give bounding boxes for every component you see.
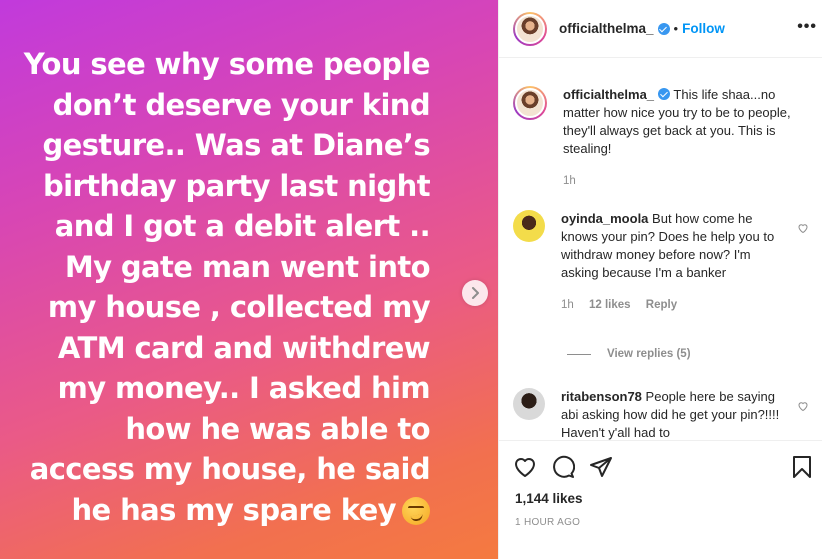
like-count[interactable]: 1,144 likes [515,491,583,506]
next-slide-button[interactable] [462,280,488,306]
verified-badge-icon [657,22,670,35]
reply-button[interactable]: Reply [646,299,677,311]
commenter-avatar[interactable] [513,210,545,242]
caption-avatar[interactable] [513,86,547,120]
post-side-panel: officialthelma_ • Follow ••• officialthe… [498,0,822,559]
more-options-button[interactable]: ••• [797,18,817,36]
post-image: You see why some people don’t deserve yo… [0,0,498,559]
comment-item: ritabenson78 People here be saying abi a… [513,388,813,440]
caption-username[interactable]: officialthelma_ [563,87,654,102]
comment-body: oyinda_moola But how come he knows your … [561,210,791,314]
follow-button[interactable]: Follow [682,21,725,36]
share-paper-plane-icon[interactable] [589,455,613,479]
chevron-right-icon [472,287,479,299]
like-comment-heart-icon[interactable] [797,400,809,412]
post-image-text: You see why some people don’t deserve yo… [0,44,431,530]
post-actions: 1,144 likes 1 HOUR AGO [499,440,822,559]
author-avatar-image [515,13,545,44]
caption-time[interactable]: 1h [563,175,576,187]
caption: officialthelma_ This life shaa...no matt… [513,86,813,190]
comment-username[interactable]: ritabenson78 [561,389,642,404]
post-timestamp[interactable]: 1 HOUR AGO [515,517,580,528]
comment-bubble-icon[interactable] [551,455,575,479]
author-avatar[interactable] [513,11,547,46]
commenter-avatar[interactable] [513,388,545,420]
view-replies-line [567,353,591,355]
like-heart-icon[interactable] [513,455,537,479]
comment-meta: 1h 12 likes Reply [561,296,791,314]
comment-username[interactable]: oyinda_moola [561,211,648,226]
view-replies-label: View replies (5) [607,348,691,360]
author-username[interactable]: officialthelma_ [559,21,654,36]
verified-badge-icon [658,88,671,100]
comment-item: oyinda_moola But how come he knows your … [513,210,813,314]
post-header: officialthelma_ • Follow ••• [499,0,822,58]
comments-section[interactable]: officialthelma_ This life shaa...no matt… [499,58,822,440]
comment-time[interactable]: 1h [561,299,574,311]
separator-dot: • [673,21,679,36]
caption-avatar-image [515,88,545,118]
like-comment-heart-icon[interactable] [797,222,809,234]
post-image-text-content: You see why some people don’t deserve yo… [23,47,431,527]
comment-likes[interactable]: 12 likes [589,299,631,311]
view-replies-button[interactable]: View replies (5) [567,348,691,360]
smirking-face-emoji-icon [402,496,430,525]
caption-meta: 1h [563,172,793,190]
caption-body: officialthelma_ This life shaa...no matt… [563,86,793,190]
comment-body: ritabenson78 People here be saying abi a… [561,388,791,440]
save-bookmark-icon[interactable] [791,455,813,479]
action-icons [513,455,613,479]
